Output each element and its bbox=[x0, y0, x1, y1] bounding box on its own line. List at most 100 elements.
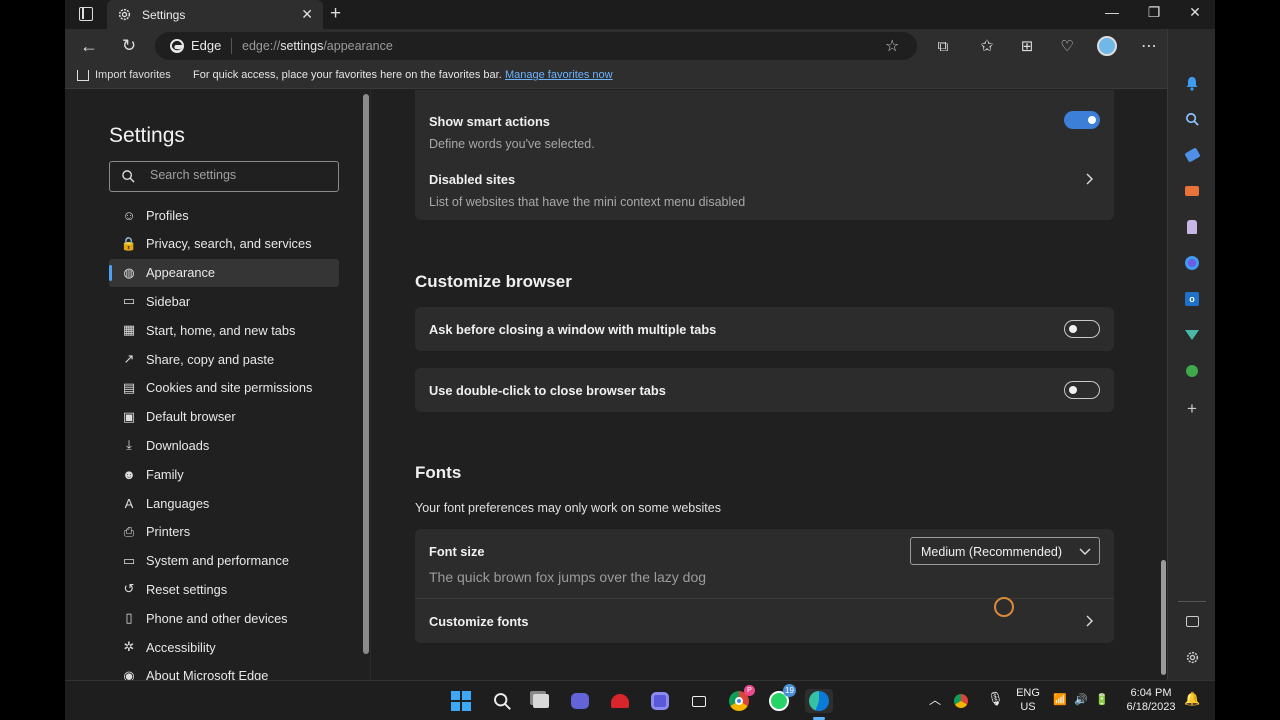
address-divider bbox=[231, 38, 232, 54]
battery-icon[interactable]: 🔋 bbox=[1095, 693, 1109, 707]
sidebar-item-reset-settings[interactable]: ↺ Reset settings bbox=[109, 575, 339, 603]
sidebar-item-label: System and performance bbox=[146, 553, 289, 569]
page-title: Settings bbox=[109, 124, 185, 147]
double-click-close-row[interactable]: Use double-click to close browser tabs bbox=[415, 368, 1114, 412]
nav-scrollbar[interactable] bbox=[363, 94, 369, 654]
sidebar-item-share-copy-and-paste[interactable]: ↗ Share, copy and paste bbox=[109, 345, 339, 373]
taskbar-search-icon[interactable] bbox=[490, 689, 514, 713]
address-bar[interactable]: Edge edge://settings/appearance ☆ bbox=[155, 32, 917, 60]
sidebar-item-appearance[interactable]: ◍ Appearance bbox=[109, 258, 339, 287]
search-icon[interactable] bbox=[1182, 109, 1202, 129]
close-window-button[interactable]: ✕ bbox=[1180, 4, 1210, 21]
volume-icon[interactable]: 🔊 bbox=[1074, 693, 1088, 707]
sidebar-item-accessibility[interactable]: ✲ Accessibility bbox=[109, 633, 339, 661]
chevron-right-icon bbox=[1086, 615, 1093, 627]
sidebar-item-languages[interactable]: A Languages bbox=[109, 489, 339, 517]
drop-icon[interactable] bbox=[1182, 325, 1202, 345]
microsoft-365-icon[interactable] bbox=[1182, 253, 1202, 273]
close-icon[interactable]: ✕ bbox=[301, 6, 313, 23]
import-favorites-label: Import favorites bbox=[95, 69, 171, 81]
search-settings-field[interactable] bbox=[109, 161, 339, 192]
bell-icon[interactable] bbox=[1182, 73, 1202, 93]
video-camera-icon[interactable] bbox=[687, 689, 711, 713]
smart-actions-title: Show smart actions bbox=[429, 114, 550, 129]
sidebar-settings-icon[interactable] bbox=[1182, 647, 1202, 667]
language-indicator[interactable]: ENG US bbox=[1015, 686, 1041, 714]
sidebar-item-phone-and-other-devices[interactable]: ▯ Phone and other devices bbox=[109, 604, 339, 632]
sidebar-item-label: Family bbox=[146, 466, 184, 482]
ask-before-closing-title: Ask before closing a window with multipl… bbox=[429, 322, 717, 337]
customize-browser-heading: Customize browser bbox=[415, 272, 572, 291]
sidebar-item-printers[interactable]: ⎙ Printers bbox=[109, 518, 339, 546]
notification-bell-icon[interactable]: 🔔 bbox=[1184, 692, 1200, 706]
microphone-icon[interactable]: 🎙 bbox=[987, 692, 1004, 706]
sidebar-item-label: Privacy, search, and services bbox=[146, 236, 312, 252]
collections-icon[interactable]: ⊞ bbox=[1017, 36, 1037, 56]
tab-actions-icon[interactable] bbox=[79, 7, 93, 21]
sidebar-item-downloads[interactable]: ⤓ Downloads bbox=[109, 431, 339, 459]
tree-icon[interactable] bbox=[1182, 361, 1202, 381]
add-icon[interactable]: + bbox=[1182, 399, 1202, 419]
shopping-tag-icon[interactable] bbox=[1182, 145, 1202, 165]
browser-icon: ▣ bbox=[122, 408, 136, 424]
tray-chrome-icon[interactable] bbox=[953, 693, 969, 709]
restore-button[interactable]: ❐ bbox=[1139, 4, 1169, 21]
manage-favorites-link[interactable]: Manage favorites now bbox=[505, 69, 613, 81]
hide-sidebar-icon[interactable] bbox=[1182, 611, 1202, 631]
reset-icon: ↺ bbox=[123, 581, 135, 597]
ask-before-closing-row[interactable]: Ask before closing a window with multipl… bbox=[415, 307, 1114, 351]
url-prefix: edge:// bbox=[242, 39, 281, 53]
smart-actions-subtitle: Define words you've selected. bbox=[429, 137, 595, 151]
sidebar-item-start-home-and-new-tabs[interactable]: ▦ Start, home, and new tabs bbox=[109, 316, 339, 344]
browser-essentials-icon[interactable]: ♡ bbox=[1057, 36, 1077, 56]
fonts-subtitle: Your font preferences may only work on s… bbox=[415, 501, 721, 515]
minimize-button[interactable]: — bbox=[1097, 4, 1127, 20]
new-tab-button[interactable]: + bbox=[330, 3, 341, 25]
url-main: settings bbox=[280, 39, 324, 53]
sidebar-item-profiles[interactable]: ☺ Profiles bbox=[109, 201, 339, 229]
sidebar-item-label: Accessibility bbox=[146, 639, 216, 655]
outlook-icon[interactable]: o bbox=[1182, 289, 1202, 309]
windows-start-icon[interactable] bbox=[449, 689, 473, 713]
chrome-icon[interactable]: P bbox=[727, 685, 755, 713]
wifi-icon[interactable]: 📶 bbox=[1053, 693, 1067, 707]
content-scrollbar[interactable] bbox=[1161, 560, 1166, 675]
favorites-icon[interactable]: ✩ bbox=[977, 36, 997, 56]
sidebar-item-sidebar[interactable]: ▭ Sidebar bbox=[109, 287, 339, 315]
sidebar-item-privacy-search-and-services[interactable]: 🔒 Privacy, search, and services bbox=[109, 230, 339, 258]
extensions-icon[interactable]: ⧉ bbox=[933, 36, 953, 56]
sidebar-item-label: Start, home, and new tabs bbox=[146, 322, 296, 338]
camera-app-icon[interactable] bbox=[648, 689, 672, 713]
back-arrow-icon[interactable]: ← bbox=[79, 36, 99, 56]
show-hidden-icons[interactable]: ︿ bbox=[929, 693, 941, 707]
font-size-dropdown[interactable]: Medium (Recommended) bbox=[910, 537, 1100, 565]
favorite-star-icon[interactable]: ☆ bbox=[885, 36, 899, 56]
games-icon[interactable] bbox=[1182, 217, 1202, 237]
sidebar-item-family[interactable]: ☻ Family bbox=[109, 460, 339, 488]
tools-icon[interactable] bbox=[1182, 181, 1202, 201]
profile-avatar[interactable] bbox=[1097, 36, 1117, 56]
disabled-sites-row[interactable]: Disabled sites List of websites that hav… bbox=[415, 160, 1114, 216]
edge-taskbar-icon[interactable] bbox=[805, 689, 833, 713]
double-click-close-toggle[interactable] bbox=[1064, 381, 1100, 399]
refresh-icon[interactable]: ↻ bbox=[119, 36, 139, 56]
sidebar-item-label: Reset settings bbox=[146, 581, 228, 597]
huawei-icon[interactable] bbox=[608, 689, 632, 713]
ask-before-closing-toggle[interactable] bbox=[1064, 320, 1100, 338]
task-view-icon[interactable] bbox=[529, 689, 553, 713]
more-options-icon[interactable]: ⋯ bbox=[1139, 36, 1159, 56]
sidebar-item-system-and-performance[interactable]: ▭ System and performance bbox=[109, 547, 339, 575]
search-input[interactable] bbox=[150, 168, 330, 182]
share-icon: ↗ bbox=[123, 351, 135, 366]
edge-window: Settings ✕ + — ❐ ✕ ← ↻ Edge edge://setti… bbox=[65, 0, 1215, 720]
clock[interactable]: 6:04 PM 6/18/2023 bbox=[1123, 686, 1179, 714]
smart-actions-toggle[interactable] bbox=[1064, 111, 1100, 129]
sidebar-item-default-browser[interactable]: ▣ Default browser bbox=[109, 403, 339, 431]
gear-icon bbox=[118, 8, 131, 21]
whatsapp-icon[interactable]: 19 bbox=[767, 684, 796, 713]
customize-fonts-title: Customize fonts bbox=[429, 614, 529, 629]
teams-chat-icon[interactable] bbox=[568, 689, 592, 713]
import-favorites-button[interactable]: Import favorites bbox=[77, 69, 171, 81]
tab-settings[interactable]: Settings ✕ bbox=[107, 0, 323, 29]
sidebar-item-cookies-and-site-permissions[interactable]: ▤ Cookies and site permissions bbox=[109, 374, 339, 402]
